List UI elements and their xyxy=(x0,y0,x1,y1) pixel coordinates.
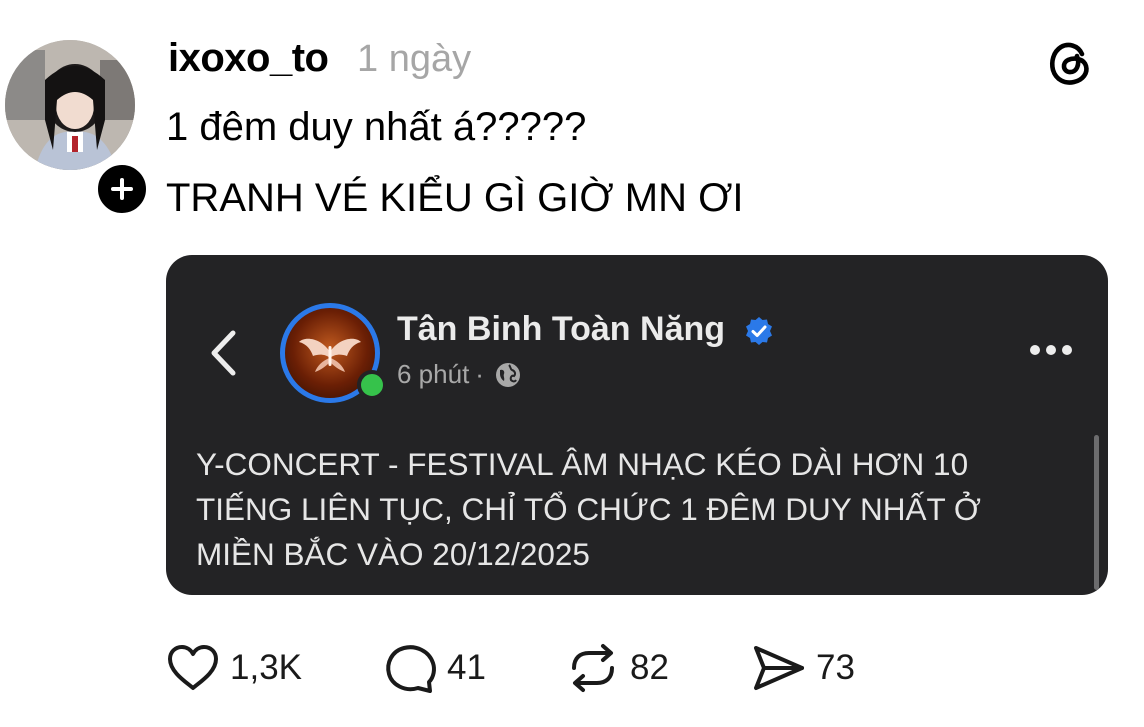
meta-separator: · xyxy=(475,359,484,389)
embedded-media-card[interactable]: Tân Binh Toàn Năng 6 phút · Y-CONCERT - … xyxy=(166,255,1108,595)
page-name: Tân Binh Toàn Năng xyxy=(397,310,726,348)
post-time: 1 ngày xyxy=(357,38,472,80)
embedded-post-text: Y-CONCERT - FESTIVAL ÂM NHẠC KÉO DÀI HƠN… xyxy=(196,446,981,572)
repost-icon xyxy=(572,644,614,692)
comment-icon xyxy=(386,645,436,693)
chevron-left-icon xyxy=(211,330,236,376)
plus-icon xyxy=(111,178,133,200)
comment-button[interactable]: 41 xyxy=(383,640,486,696)
online-status-dot xyxy=(357,370,387,400)
share-icon xyxy=(754,646,804,690)
author-avatar-wrap[interactable] xyxy=(5,40,151,218)
globe-icon xyxy=(495,362,520,387)
share-count: 73 xyxy=(816,648,855,687)
like-count: 1,3K xyxy=(230,648,302,687)
username[interactable]: ixoxo_to xyxy=(168,36,329,81)
repost-count: 82 xyxy=(630,648,669,687)
repost-button[interactable]: 82 xyxy=(566,640,669,696)
verified-icon xyxy=(746,317,772,345)
like-button[interactable]: 1,3K xyxy=(166,640,302,696)
page-avatar-wrap xyxy=(280,303,387,403)
comment-count: 41 xyxy=(447,648,486,687)
threads-logo[interactable] xyxy=(1046,38,1096,88)
share-button[interactable]: 73 xyxy=(752,640,855,696)
avatar-image xyxy=(5,40,135,170)
post-text-line-1: 1 đêm duy nhất á????? xyxy=(166,105,587,149)
more-icon[interactable] xyxy=(1028,343,1074,357)
embedded-time: 6 phút xyxy=(397,359,470,389)
action-bar: 1,3K 41 82 73 xyxy=(0,640,1144,700)
avatar[interactable] xyxy=(5,40,135,170)
heart-icon xyxy=(168,645,218,690)
scrollbar[interactable] xyxy=(1094,435,1099,590)
embedded-meta: 6 phút · xyxy=(397,359,522,390)
post-text-line-2: TRANH VÉ KIỂU GÌ GIỜ MN ƠI xyxy=(166,176,744,220)
follow-button[interactable] xyxy=(93,160,151,218)
